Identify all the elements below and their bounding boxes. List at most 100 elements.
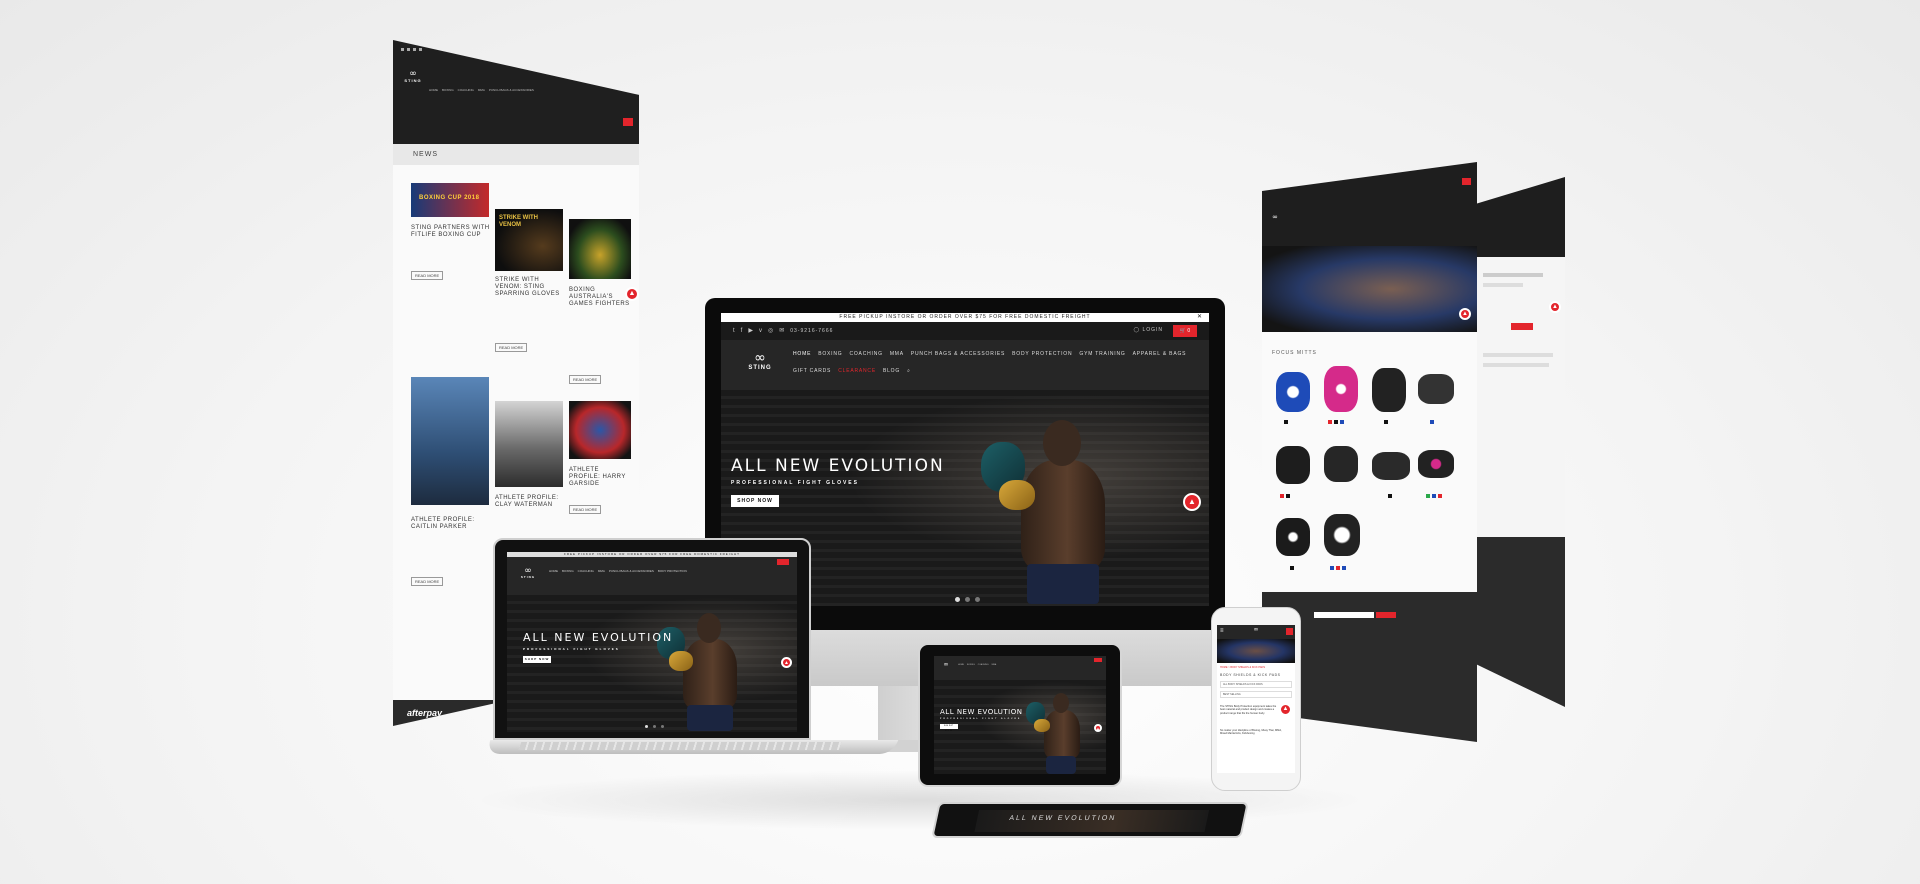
cart-button[interactable] <box>1286 628 1293 635</box>
nav-apparel-bags[interactable]: APPAREL & BAGS <box>1133 351 1187 357</box>
site-logo[interactable]: ∞ <box>1249 627 1263 633</box>
product-thumb[interactable] <box>1276 372 1310 412</box>
color-swatch[interactable] <box>1388 494 1392 498</box>
nav-mma[interactable]: MMA <box>890 351 904 357</box>
youtube-icon[interactable] <box>413 48 416 51</box>
youtube-icon[interactable]: ▶ <box>748 327 753 334</box>
read-more-button[interactable]: READ MORE <box>411 577 444 586</box>
hero-banner[interactable]: ALL NEW EVOLUTION PROFESSIONAL FIGHT GLO… <box>934 680 1106 774</box>
close-icon[interactable]: ✕ <box>1197 313 1203 322</box>
slider-dot[interactable] <box>645 725 648 728</box>
color-swatch[interactable] <box>1342 566 1346 570</box>
site-logo[interactable]: ∞ <box>940 662 952 668</box>
nav-boxing[interactable]: BOXING <box>818 351 842 357</box>
nav-punch-bags[interactable]: PUNCH BAGS & ACCESSORIES <box>609 569 654 573</box>
newsletter-input[interactable] <box>1314 612 1374 618</box>
nav-home[interactable]: HOME <box>958 664 964 666</box>
product-thumb[interactable] <box>1324 366 1358 412</box>
shop-now-button[interactable]: SHOP NOW <box>523 656 551 663</box>
news-athlete-image[interactable] <box>569 401 631 459</box>
product-logo[interactable]: ∞ <box>1268 214 1282 221</box>
color-swatch[interactable] <box>1430 420 1434 424</box>
news-post-title[interactable]: STING PARTNERS WITH FITLIFE BOXING CUP <box>411 225 491 239</box>
cart-button[interactable] <box>777 559 789 565</box>
color-swatch[interactable] <box>1284 420 1288 424</box>
news-cart-button[interactable] <box>623 118 633 126</box>
chat-widget-icon[interactable]: ▲ <box>1459 308 1471 320</box>
news-post-title[interactable]: STRIKE WITH VENOM: STING SPARRING GLOVES <box>495 277 563 298</box>
nav-coaching[interactable]: COACHING <box>578 569 594 573</box>
breadcrumb[interactable]: HOME > BODY SHIELDS & KICK PADS <box>1220 666 1265 669</box>
color-swatch[interactable] <box>1426 494 1430 498</box>
site-logo[interactable]: ∞ STING <box>745 351 775 371</box>
instagram-icon[interactable]: ◎ <box>768 327 773 334</box>
shop-now-button[interactable]: SHOP NOW <box>940 724 958 732</box>
checkout-button[interactable] <box>1511 323 1533 330</box>
news-post-title[interactable]: BOXING AUSTRALIA'S GAMES FIGHTERS <box>569 287 631 308</box>
chat-widget-icon[interactable]: ▲ <box>1183 493 1201 511</box>
menu-icon[interactable]: ≡ <box>1220 628 1224 634</box>
product-thumb[interactable] <box>1276 446 1310 484</box>
color-swatch[interactable] <box>1330 566 1334 570</box>
color-swatch[interactable] <box>1438 494 1442 498</box>
product-thumb[interactable] <box>1418 450 1454 478</box>
newsletter-submit-button[interactable] <box>1376 612 1396 618</box>
nav-home[interactable]: HOME <box>429 88 438 92</box>
product-thumb[interactable] <box>1324 514 1360 556</box>
product-thumb[interactable] <box>1324 446 1358 482</box>
nav-body-protection[interactable]: BODY PROTECTION <box>1012 351 1072 357</box>
nav-boxing[interactable]: BOXING <box>967 664 975 666</box>
news-banner-image[interactable]: BOXING CUP 2018 <box>411 183 489 217</box>
color-swatch[interactable] <box>1334 420 1338 424</box>
nav-body-protection[interactable]: BODY PROTECTION <box>658 569 687 573</box>
nav-coaching[interactable]: COACHING <box>849 351 882 357</box>
color-swatch[interactable] <box>1340 420 1344 424</box>
read-more-button[interactable]: READ MORE <box>569 375 602 384</box>
slider-dot[interactable] <box>955 597 960 602</box>
news-logo[interactable]: ∞ STING <box>403 70 423 83</box>
chat-widget-icon[interactable]: ▲ <box>781 657 792 668</box>
vimeo-icon[interactable]: v <box>759 328 762 334</box>
email-icon[interactable]: ✉ <box>779 327 784 334</box>
color-swatch[interactable] <box>1286 494 1290 498</box>
chat-widget-icon[interactable]: ▲ <box>1094 724 1102 732</box>
product-thumb[interactable] <box>1418 374 1454 404</box>
nav-clearance[interactable]: CLEARANCE <box>838 368 876 374</box>
news-athlete-image[interactable] <box>411 377 489 505</box>
facebook-icon[interactable]: f <box>741 328 743 334</box>
nav-boxing[interactable]: BOXING <box>442 88 454 92</box>
nav-mma[interactable]: MMA <box>478 88 485 92</box>
chat-widget-icon[interactable]: ▲ <box>625 287 639 301</box>
nav-home[interactable]: HOME <box>793 351 811 357</box>
product-thumb[interactable] <box>1372 452 1410 480</box>
chat-widget-icon[interactable]: ▲ <box>1549 301 1561 313</box>
news-fighter-image[interactable] <box>569 219 631 279</box>
nav-blog[interactable]: BLOG <box>883 368 900 374</box>
chat-widget-icon[interactable]: ▲ <box>1279 703 1292 716</box>
news-venom-image[interactable]: STRIKE WITH VENOM <box>495 209 563 271</box>
nav-coaching[interactable]: COACHING <box>458 88 474 92</box>
twitter-icon[interactable]: t <box>733 328 735 334</box>
slider-dot[interactable] <box>653 725 656 728</box>
nav-gym-training[interactable]: GYM TRAINING <box>1079 351 1125 357</box>
news-post-title[interactable]: ATHLETE PROFILE: CLAY WATERMAN <box>495 495 563 509</box>
slider-dot[interactable] <box>661 725 664 728</box>
read-more-button[interactable]: READ MORE <box>495 343 528 352</box>
sort-select[interactable]: BEST SELLING <box>1220 691 1292 698</box>
product-thumb[interactable] <box>1276 518 1310 556</box>
nav-home[interactable]: HOME <box>549 569 558 573</box>
nav-punch-bags[interactable]: PUNCH BAGS & ACCESSORIES <box>911 351 1005 357</box>
search-icon[interactable]: ⌕ <box>907 368 911 374</box>
news-post-title[interactable]: ATHLETE PROFILE: CAITLIN PARKER <box>411 517 491 531</box>
nav-mma[interactable]: MMA <box>992 664 997 666</box>
color-swatch[interactable] <box>1432 494 1436 498</box>
product-cart-button[interactable] <box>1462 178 1471 185</box>
site-logo[interactable]: ∞ STING <box>519 567 537 579</box>
read-more-button[interactable]: READ MORE <box>411 271 444 280</box>
product-thumb[interactable] <box>1372 368 1406 412</box>
cart-button[interactable] <box>1094 658 1102 662</box>
news-athlete-image[interactable] <box>495 401 563 487</box>
nav-punch-bags[interactable]: PUNCH BAGS & ACCESSORIES <box>489 88 534 92</box>
color-swatch[interactable] <box>1336 566 1340 570</box>
nav-coaching[interactable]: COACHING <box>978 664 989 666</box>
